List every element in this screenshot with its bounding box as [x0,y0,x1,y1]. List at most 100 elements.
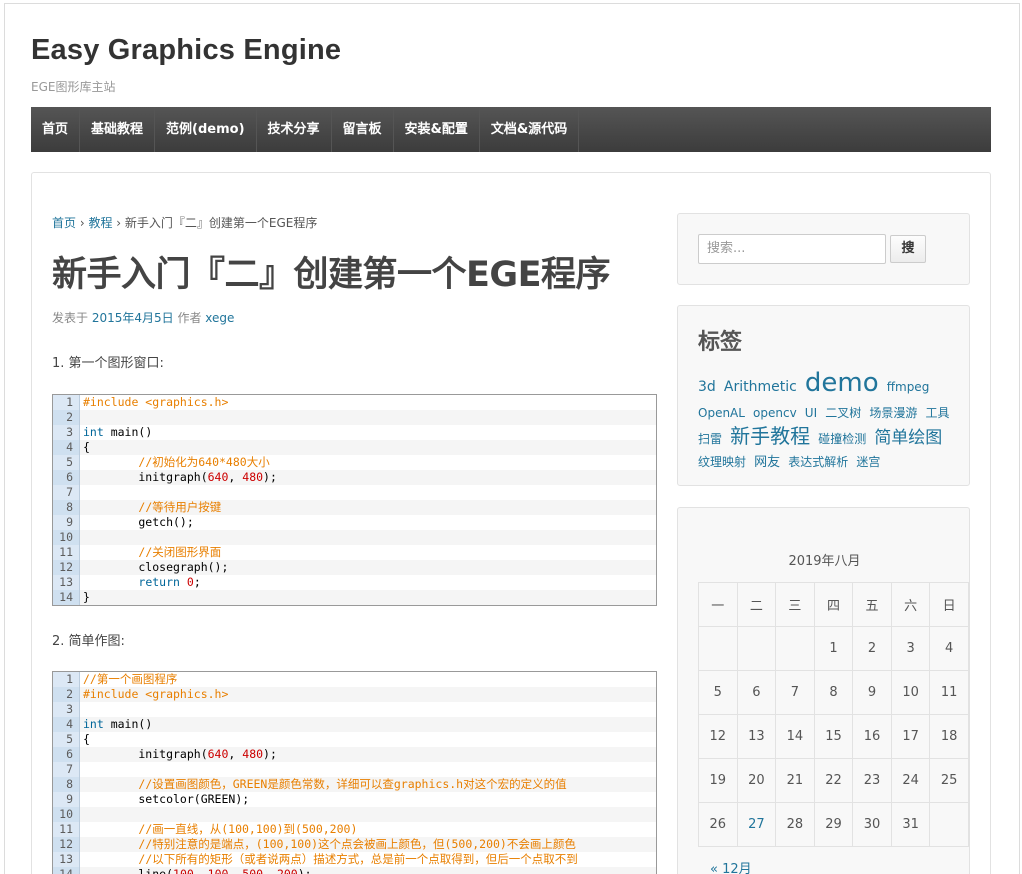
code-text: //以下所有的矩形（或者说两点）描述方式，总是前一个点取得到，但后一个点取不到 [80,852,656,867]
code-token: closegraph(); [83,560,229,574]
code-token: , [263,867,277,874]
post-date-link[interactable]: 2015年4月5日 [92,311,174,325]
tag-link[interactable]: 迷宫 [856,455,880,469]
code-token: 480 [242,470,264,484]
calendar-day: 15 [813,714,854,759]
code-token: int [83,425,104,439]
code-line: 13 //以下所有的矩形（或者说两点）描述方式，总是前一个点取得到，但后一个点取… [53,852,656,867]
code-text: { [80,440,656,455]
line-number: 9 [53,515,80,530]
code-token: ; [193,575,201,589]
tag-link[interactable]: Arithmetic [724,379,797,395]
code-token: //设置画图颜色，GREEN是颜色常数，详细可以查graphics.h对这个宏的… [138,777,567,791]
breadcrumb: 首页 › 教程 › 新手入门『二』创建第一个EGE程序 [52,214,317,231]
nav-item[interactable]: 首页 [31,107,81,152]
code-text: initgraph(640, 480); [80,470,656,485]
code-text: //关闭图形界面 [80,545,656,560]
search-input[interactable]: 搜索... [698,234,886,264]
tag-link[interactable]: opencv [753,406,797,420]
code-text: } [80,590,656,605]
calendar-day: 2 [852,626,892,671]
tag-link[interactable]: 简单绘图 [874,428,942,448]
nav-item[interactable]: 技术分享 [257,107,332,152]
nav-item[interactable]: 留言板 [332,107,394,152]
code-token: ); [263,747,277,761]
code-line: 4{ [53,440,656,455]
code-text: closegraph(); [80,560,656,575]
code-line: 1 #include <graphics.h> [53,395,656,410]
tag-link[interactable]: demo [805,368,879,398]
line-number: 11 [53,822,80,837]
tag-link[interactable]: ffmpeg [887,380,930,394]
nav-item[interactable]: 基础教程 [80,107,156,152]
tags-title: 标签 [698,330,743,355]
code-line: 14} [53,590,656,605]
search-button[interactable]: 搜 [890,235,926,263]
code-line: 3 [53,702,656,717]
tag-link[interactable]: 3d [698,379,716,395]
calendar-day: 6 [736,670,777,715]
code-line: 9 setcolor(GREEN); [53,792,656,807]
code-token: 480 [242,747,264,761]
breadcrumb-home-link[interactable]: 首页 [52,216,76,230]
breadcrumb-category-link[interactable]: 教程 [88,216,112,230]
tag-link[interactable]: UI [805,406,817,420]
code-text: int main() [80,717,656,732]
nav-item[interactable]: 安装&配置 [394,107,480,152]
code-line: 12 //特别注意的是端点，(100,100)这个点会被画上颜色，但(500,2… [53,837,656,852]
calendar-empty-cell [929,802,969,847]
code-text: int main() [80,425,656,440]
calendar-day: 12 [698,714,738,759]
tag-link[interactable]: 场景漫游 [869,406,917,420]
calendar-prev-link[interactable]: « 12月 [710,858,752,874]
tag-link[interactable]: 碰撞检测 [818,432,866,446]
code-text [80,530,656,545]
code-token: //特别注意的是端点，(100,100)这个点会被画上颜色，但(500,200)… [138,837,576,851]
code-text: return 0; [80,575,656,590]
tags-widget: 标签 3d Arithmetic demo ffmpeg OpenAL open… [677,305,970,486]
tag-link[interactable]: 新手教程 [730,424,810,448]
calendar-weekday: 二 [736,582,777,627]
nav-item[interactable]: 文档&源代码 [480,107,580,152]
line-number: 10 [53,530,80,545]
tag-link[interactable]: OpenAL [698,406,745,420]
code-line: 12 closegraph(); [53,560,656,575]
tag-link[interactable]: 工具 [925,406,949,420]
calendar-day: 17 [890,714,931,759]
calendar-day: 7 [775,670,815,715]
tag-link[interactable]: 表达式解析 [788,455,848,469]
tag-link[interactable]: 二叉树 [825,406,861,420]
line-number: 8 [53,500,80,515]
tag-link[interactable]: 纹理映射 [698,455,746,469]
code-block-1[interactable]: 1 #include <graphics.h> 2 3 int main() 4{5 /… [52,394,657,606]
site-description: EGE图形库主站 [31,80,116,94]
code-token: getch(); [83,515,194,529]
calendar-day: 31 [890,802,931,847]
site-title[interactable]: Easy Graphics Engine [31,34,341,67]
calendar-day: 21 [775,758,815,803]
calendar-day: 4 [929,626,969,671]
tag-link[interactable]: 网友 [754,455,780,470]
calendar-day[interactable]: 27 [736,802,777,847]
code-text [80,410,656,425]
line-number: 2 [53,410,80,425]
nav-item[interactable]: 范例(demo) [155,107,257,152]
code-token: 640 [207,747,229,761]
tag-link[interactable]: 扫雷 [698,432,722,446]
calendar-empty-cell [775,626,815,671]
code-block-2[interactable]: 1//第一个画图程序 2 #include <graphics.h> 3 4 int m… [52,671,657,874]
tag-cloud: 3d Arithmetic demo ffmpeg OpenAL opencv … [698,366,958,471]
calendar-empty-cell [698,626,738,671]
code-text: //第一个画图程序 [80,672,656,687]
code-token: 0 [186,575,194,589]
line-number: 6 [53,747,80,762]
code-token: return [138,575,180,589]
code-line: 6 initgraph(640, 480); [53,470,656,485]
code-token: //第一个画图程序 [83,672,178,686]
post-author-link[interactable]: xege [205,311,234,325]
